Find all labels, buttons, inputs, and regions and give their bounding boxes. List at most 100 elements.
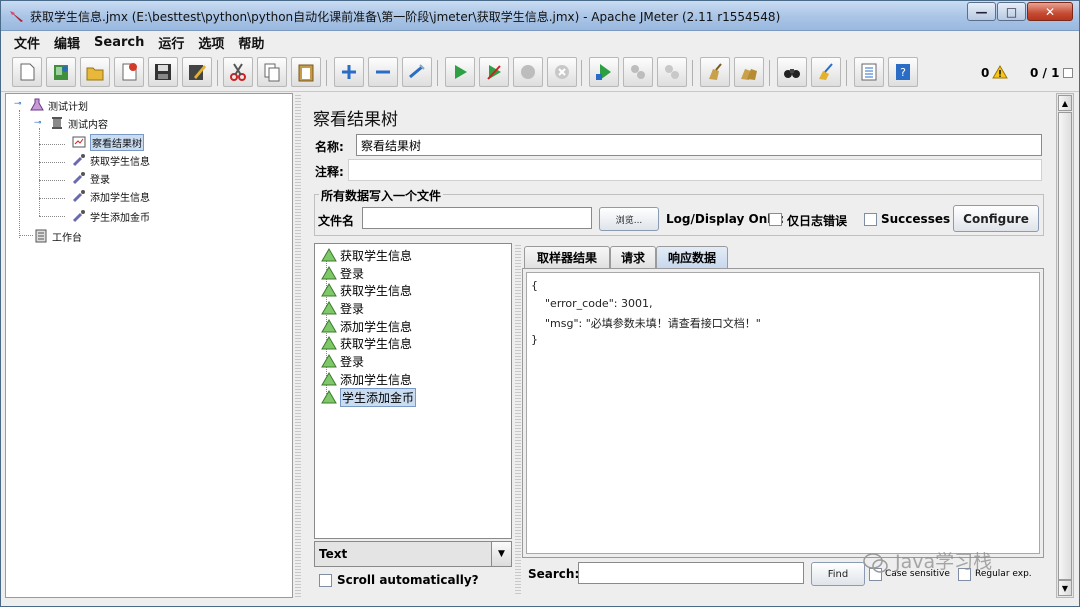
search-input[interactable] — [578, 562, 804, 584]
menu-options[interactable]: 选项 — [191, 33, 231, 52]
pipette-icon — [72, 209, 86, 223]
clipboard-icon — [298, 64, 314, 82]
copy-button[interactable] — [257, 57, 287, 87]
results-splitter[interactable] — [515, 243, 521, 595]
remote-shutdown-icon — [665, 65, 679, 79]
configure-button[interactable]: Configure — [953, 205, 1039, 232]
toggle-button[interactable] — [402, 57, 432, 87]
tree-node-sampler-add[interactable]: 添加学生信息 — [72, 187, 150, 205]
result-item[interactable]: 获取学生信息 — [321, 246, 412, 264]
menu-run[interactable]: 运行 — [151, 33, 191, 52]
warning-count: 0 — [981, 66, 990, 80]
result-item[interactable]: 登录 — [321, 352, 364, 370]
result-item[interactable]: 添加学生信息 — [321, 370, 412, 388]
result-label: 获取学生信息 — [340, 248, 413, 263]
reset-search-button[interactable] — [811, 57, 841, 87]
tree-node-thread-group[interactable]: 测试内容 — [50, 114, 108, 132]
toolbar: ? 0 0 / 1 — [1, 54, 1079, 92]
result-item-selected[interactable]: 学生添加金币 — [321, 387, 417, 407]
paste-button[interactable] — [291, 57, 321, 87]
response-text-area[interactable]: { "error_code": 3001, "msg": "必填参数未填！请查看… — [526, 272, 1040, 554]
successes-label: Successes — [881, 212, 951, 226]
successes-checkbox[interactable] — [864, 213, 877, 226]
tree-label: 添加学生信息 — [90, 192, 150, 204]
result-label: 登录 — [340, 301, 365, 316]
result-label: 登录 — [340, 354, 365, 369]
log-display-label: Log/Display Only: — [666, 212, 784, 226]
warning-icon[interactable] — [992, 65, 1008, 79]
tree-node-sampler-get[interactable]: 获取学生信息 — [72, 151, 150, 169]
remote-shutdown-button[interactable] — [657, 57, 687, 87]
workbench-icon — [34, 229, 48, 243]
start-no-pauses-button[interactable] — [479, 57, 509, 87]
comment-field[interactable] — [348, 159, 1042, 181]
sweep-icon — [819, 63, 833, 80]
tree-node-result-tree[interactable]: 察看结果树 — [72, 133, 144, 151]
search-button[interactable] — [777, 57, 807, 87]
result-tree-icon — [72, 135, 86, 149]
success-triangle-icon — [321, 390, 337, 404]
save-button[interactable] — [148, 57, 178, 87]
success-triangle-icon — [321, 354, 337, 368]
result-item[interactable]: 登录 — [321, 299, 364, 317]
minimize-button[interactable]: — — [967, 2, 996, 21]
scroll-down-icon[interactable]: ▼ — [1058, 580, 1072, 596]
stop-button[interactable] — [513, 57, 543, 87]
remote-stop-button[interactable] — [623, 57, 653, 87]
tab-request[interactable]: 请求 — [610, 246, 656, 268]
browse-button[interactable]: 浏览... — [599, 207, 659, 231]
close-file-icon — [122, 63, 137, 81]
maximize-button[interactable]: □ — [997, 2, 1026, 21]
menu-file[interactable]: 文件 — [7, 33, 47, 52]
new-button[interactable] — [12, 57, 42, 87]
expand-toggle-icon[interactable]: ⊸ — [14, 99, 22, 109]
tree-node-test-plan[interactable]: 测试计划 — [30, 96, 88, 114]
clear-button[interactable] — [700, 57, 730, 87]
copy-icon — [264, 63, 280, 82]
success-triangle-icon — [321, 283, 337, 297]
chevron-down-icon[interactable]: ▼ — [491, 542, 511, 566]
close-button[interactable]: ✕ — [1027, 2, 1073, 21]
tree-node-workbench[interactable]: 工作台 — [34, 227, 82, 245]
scroll-thumb[interactable] — [1058, 112, 1072, 580]
menu-search[interactable]: Search — [87, 35, 151, 50]
find-button[interactable]: Find — [811, 562, 865, 586]
tab-response-data[interactable]: 响应数据 — [656, 246, 728, 268]
result-item[interactable]: 获取学生信息 — [321, 281, 412, 299]
menu-help[interactable]: 帮助 — [231, 33, 271, 52]
close-test-button[interactable] — [114, 57, 144, 87]
result-label: 获取学生信息 — [340, 336, 413, 351]
name-field[interactable]: 察看结果树 — [356, 134, 1042, 156]
open-button[interactable] — [80, 57, 110, 87]
sample-result-list[interactable]: 获取学生信息 登录 获取学生信息 登录 添加学生信息 获取学生信息 登录 添加学… — [314, 243, 512, 539]
tree-node-sampler-login[interactable]: 登录 — [72, 169, 110, 187]
remote-start-button[interactable] — [589, 57, 619, 87]
expand-all-button[interactable] — [334, 57, 364, 87]
help-button[interactable]: ? — [888, 57, 918, 87]
errors-only-checkbox[interactable] — [769, 213, 782, 226]
renderer-select[interactable]: Text ▼ — [314, 541, 512, 567]
panel-title: 察看结果树 — [313, 110, 398, 130]
main-splitter[interactable] — [295, 93, 301, 598]
expand-toggle-icon[interactable]: ⊸ — [34, 118, 42, 128]
collapse-all-button[interactable] — [368, 57, 398, 87]
active-threads: 0 / 1 — [1030, 66, 1060, 80]
scroll-auto-checkbox[interactable] — [319, 574, 332, 587]
clear-all-button[interactable] — [734, 57, 764, 87]
result-item[interactable]: 获取学生信息 — [321, 334, 412, 352]
result-item[interactable]: 添加学生信息 — [321, 317, 412, 335]
tree-node-sampler-gold[interactable]: 学生添加金币 — [72, 207, 150, 225]
result-item[interactable]: 登录 — [321, 264, 364, 282]
scroll-up-icon[interactable]: ▲ — [1058, 95, 1072, 111]
save-screenshot-button[interactable] — [182, 57, 212, 87]
cut-button[interactable] — [223, 57, 253, 87]
filename-field[interactable] — [362, 207, 592, 229]
log-viewer-toggle[interactable] — [1063, 68, 1073, 78]
shutdown-button[interactable] — [547, 57, 577, 87]
vertical-scrollbar[interactable]: ▲ ▼ — [1056, 93, 1074, 598]
templates-button[interactable] — [46, 57, 76, 87]
tab-sampler-result[interactable]: 取样器结果 — [524, 246, 610, 268]
function-helper-button[interactable] — [854, 57, 884, 87]
start-button[interactable] — [445, 57, 475, 87]
menu-edit[interactable]: 编辑 — [47, 33, 87, 52]
